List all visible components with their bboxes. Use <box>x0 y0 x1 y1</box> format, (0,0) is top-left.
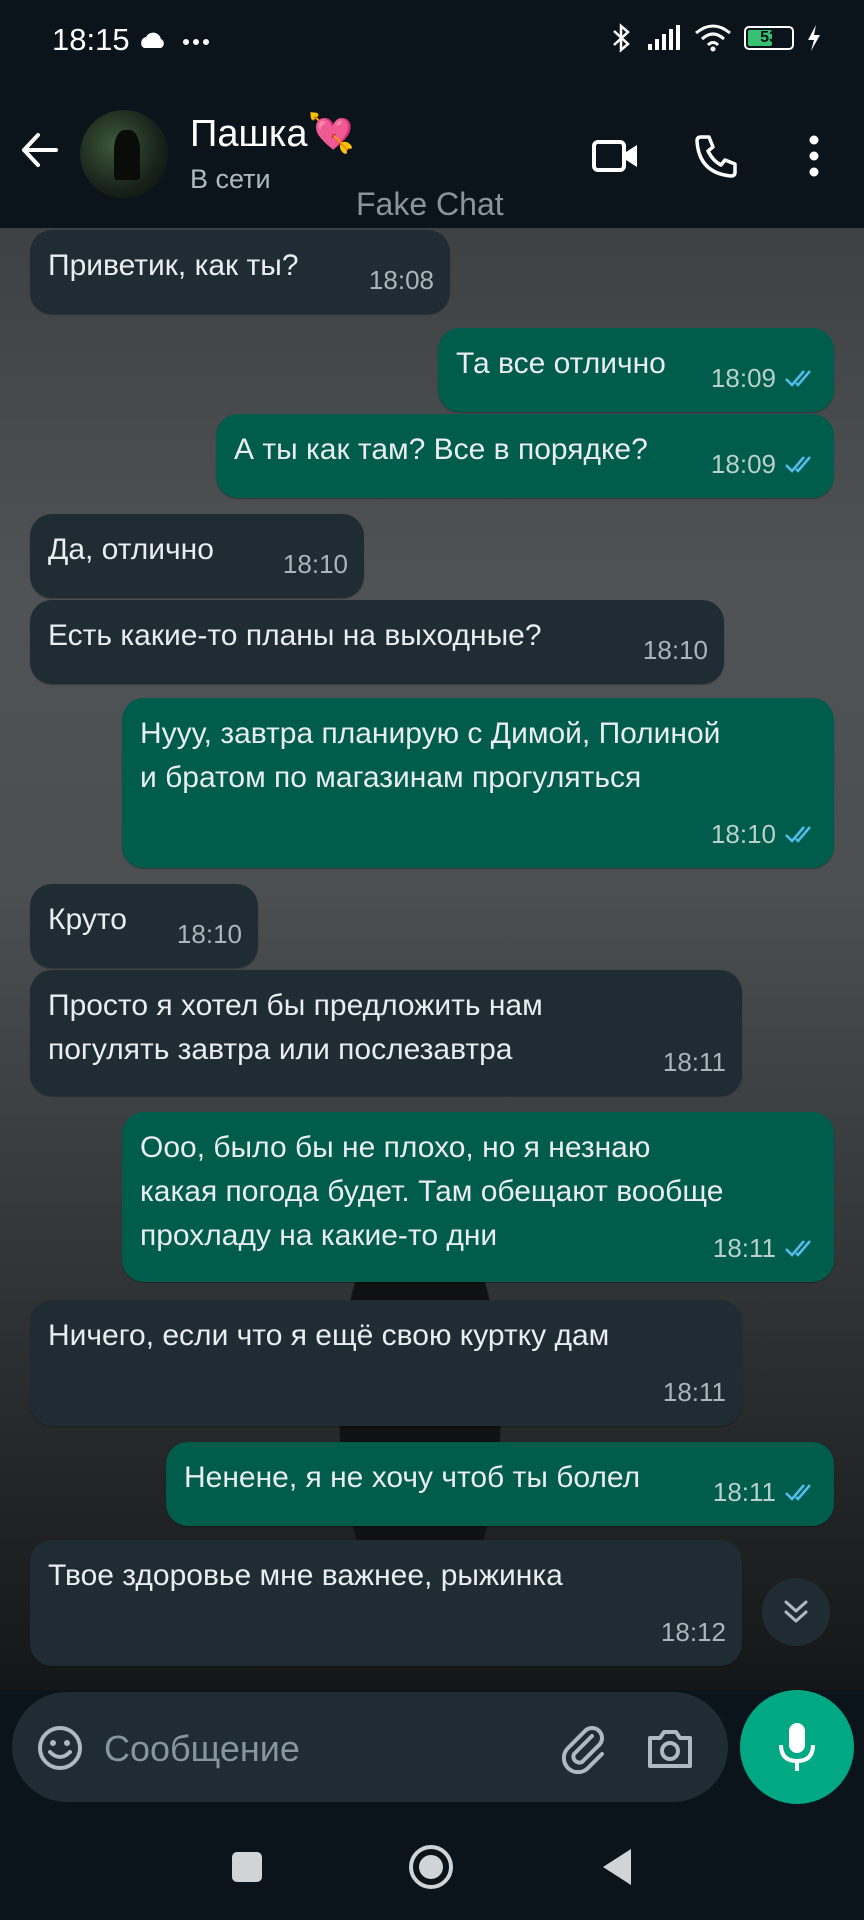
message-time: 18:11 <box>712 1233 776 1263</box>
wifi-icon <box>695 24 731 52</box>
message-outgoing[interactable]: Ооо, было бы не плохо, но я незнаю какая… <box>122 1112 834 1282</box>
emoji-icon[interactable] <box>36 1724 84 1772</box>
double-check-icon <box>785 826 811 843</box>
message-incoming[interactable]: Просто я хотел бы предложить нам погулят… <box>30 970 742 1096</box>
status-time: 18:15 <box>52 22 130 57</box>
message-time: 18:10 <box>710 819 776 849</box>
message-incoming[interactable]: Круто 18:10 <box>30 884 258 968</box>
message-outgoing[interactable]: Та все отлично 18:09 <box>438 328 834 412</box>
message-time: 18:11 <box>712 1477 776 1507</box>
double-check-icon <box>785 456 811 473</box>
back-nav-button[interactable] <box>592 1842 642 1892</box>
signal-icon <box>648 25 680 50</box>
double-check-icon <box>785 1484 811 1501</box>
message-incoming[interactable]: Ничего, если что я ещё свою куртку дам 1… <box>30 1300 742 1426</box>
scroll-to-bottom-button[interactable] <box>762 1578 830 1646</box>
message-incoming[interactable]: Да, отлично 18:10 <box>30 514 364 598</box>
message-time: 18:12 <box>660 1617 726 1647</box>
message-text: Нууу, завтра планирую с Димой, Полиной и… <box>140 717 721 794</box>
voice-message-button[interactable] <box>740 1690 854 1804</box>
message-text: Ничего, если что я ещё свою куртку дам <box>48 1319 610 1352</box>
battery-level: 53 <box>760 29 778 46</box>
message-time: 18:08 <box>368 265 434 295</box>
message-outgoing[interactable]: Ненене, я не хочу чтоб ты болел 18:11 <box>166 1442 834 1526</box>
back-button[interactable] <box>16 125 66 175</box>
more-options-button[interactable] <box>788 130 840 182</box>
message-text: Есть какие-то планы на выходные? <box>48 619 542 652</box>
triangle-back-icon <box>603 1849 631 1885</box>
microphone-icon <box>779 1723 815 1771</box>
message-time: 18:10 <box>176 919 242 949</box>
phone-icon <box>695 135 737 178</box>
battery-icon: 53 <box>744 26 794 50</box>
square-icon <box>232 1852 262 1882</box>
arrow-left-icon <box>22 133 58 167</box>
video-call-button[interactable] <box>590 130 642 182</box>
status-bar: 18:15 53 <box>0 0 864 82</box>
bluetooth-icon <box>613 23 630 53</box>
message-text: Твое здоровье мне важнее, рыжинка <box>48 1559 563 1592</box>
message-time: 18:11 <box>662 1377 726 1407</box>
contact-name[interactable]: Пашка💘 <box>190 112 355 156</box>
message-outgoing[interactable]: Нууу, завтра планирую с Димой, Полиной и… <box>122 698 834 868</box>
more-vertical-icon <box>809 135 819 177</box>
message-time: 18:10 <box>642 635 708 665</box>
avatar[interactable] <box>80 110 168 198</box>
more-notifications-icon <box>183 39 209 45</box>
cloud-icon <box>141 32 164 48</box>
double-chevron-down-icon <box>784 1600 808 1623</box>
contact-status: В сети <box>190 164 271 194</box>
message-time: 18:11 <box>662 1047 726 1077</box>
home-button[interactable] <box>406 1842 456 1892</box>
message-incoming[interactable]: Приветик, как ты? 18:08 <box>30 230 450 314</box>
camera-icon[interactable] <box>644 1722 696 1774</box>
message-time: 18:10 <box>282 549 348 579</box>
message-text: Просто я хотел бы предложить нам погулят… <box>48 989 543 1066</box>
system-navigation-bar <box>0 1814 864 1920</box>
recent-apps-button[interactable] <box>222 1842 272 1892</box>
status-right-icons: 53 <box>610 22 822 54</box>
watermark: Fake Chat <box>356 186 504 222</box>
status-left-icons <box>140 28 220 57</box>
message-incoming[interactable]: Твое здоровье мне важнее, рыжинка 18:12 <box>30 1540 742 1666</box>
charging-icon <box>808 25 820 51</box>
message-time: 18:09 <box>710 363 776 393</box>
message-outgoing[interactable]: А ты как там? Все в порядке? 18:09 <box>216 414 834 498</box>
paperclip-icon[interactable] <box>558 1722 610 1774</box>
video-camera-icon <box>592 140 637 172</box>
double-check-icon <box>785 1240 811 1257</box>
message-composer <box>12 1692 728 1802</box>
message-time: 18:09 <box>710 449 776 479</box>
message-incoming[interactable]: Есть какие-то планы на выходные? 18:10 <box>30 600 724 684</box>
message-input[interactable] <box>102 1718 546 1780</box>
double-check-icon <box>785 370 811 387</box>
circle-icon <box>409 1845 453 1889</box>
chat-area[interactable]: Приветик, как ты? 18:08 Та все отлично 1… <box>0 228 864 1690</box>
voice-call-button[interactable] <box>690 130 742 182</box>
